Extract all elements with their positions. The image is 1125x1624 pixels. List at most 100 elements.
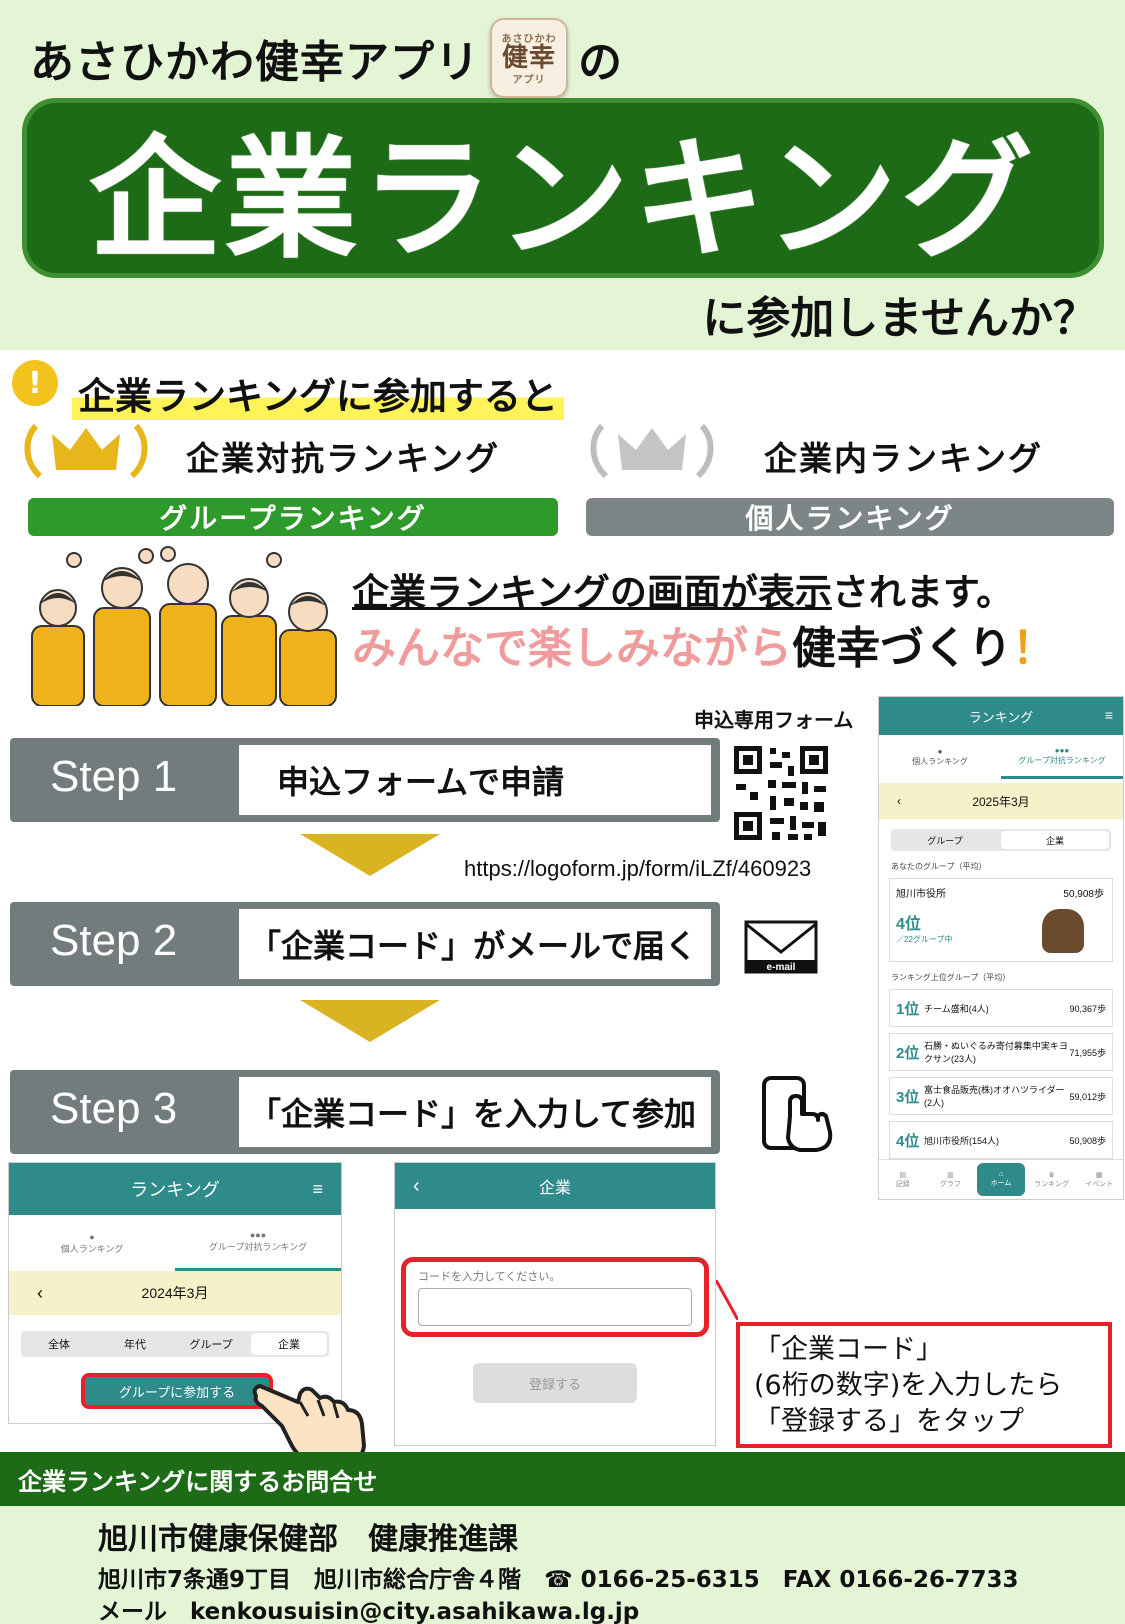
exclamation-icon: !: [12, 360, 58, 406]
segment-all[interactable]: 全体: [21, 1331, 97, 1357]
email-icon: e-mail: [744, 920, 818, 974]
step-text: 「企業コード」がメールで届く: [236, 906, 714, 982]
mock-title: ランキング: [968, 709, 1034, 725]
group-ranking-pill: グループランキング: [28, 498, 558, 536]
step-text: 申込フォームで申請: [236, 742, 714, 818]
screen-shown-rest: されます。: [831, 571, 1014, 614]
page-title: 企業ランキング: [88, 122, 1038, 277]
intro-suffix: の: [578, 37, 623, 88]
month-label: 2025年3月: [972, 794, 1030, 809]
nav-event[interactable]: ▦ イベント: [1075, 1160, 1123, 1199]
nav-ranking[interactable]: ♛ ランキング: [1028, 1160, 1076, 1199]
row-steps: 71,955歩: [1069, 1047, 1106, 1058]
callout-line-2: (6桁の数字)を入力したら: [754, 1370, 1063, 1401]
tab-group[interactable]: ●●● グループ対抗ランキング: [175, 1215, 341, 1271]
prev-month-icon[interactable]: ‹: [37, 1283, 43, 1304]
tab-individual[interactable]: ● 個人ランキング: [9, 1215, 175, 1271]
mascot-icon: [1042, 909, 1084, 953]
nav-label: ランキング: [1034, 1180, 1069, 1188]
contact-block: 旭川市健康保健部 健康推進課 旭川市7条通9丁目 旭川市総合庁舎４階 ☎ 016…: [0, 1506, 1125, 1624]
row-name: 旭川市役所(154人): [924, 1135, 1000, 1146]
group-icon: ●●●: [249, 1230, 267, 1240]
segment-company[interactable]: 企業: [251, 1333, 327, 1355]
nav-label: ホーム: [990, 1180, 1012, 1187]
ranking-row[interactable]: 1位 チーム盛和(4人) 90,367歩: [889, 989, 1113, 1027]
row-name: 富士食品販売(株)オオハツライダー(2人): [924, 1085, 1065, 1108]
step-3: Step 3 「企業コード」を入力して参加: [10, 1070, 720, 1154]
code-entry-shot: ‹ 企業 コードを入力してください。 登録する: [394, 1162, 716, 1446]
row-steps: 90,367歩: [1069, 1003, 1106, 1014]
code-input[interactable]: [418, 1288, 692, 1326]
nav-label: グラフ: [939, 1180, 961, 1188]
row-rank: 3位: [896, 1088, 920, 1106]
screen-shown-underlined: 企業ランキングの画面が表示: [352, 571, 832, 614]
intro-line: あさひかわ健幸アプリ あさひかわ 健幸 アプリ の: [30, 18, 623, 98]
tab-individual[interactable]: ● 個人ランキング: [879, 735, 1001, 779]
tab-label: グループ対抗ランキング: [208, 1242, 308, 1252]
menu-icon[interactable]: ≡: [1105, 707, 1113, 723]
tab-group[interactable]: ●●● グループ対抗ランキング: [1001, 735, 1123, 779]
inter-company-label: 企業対抗ランキング: [186, 439, 501, 478]
intro-text: あさひかわ健幸アプリ: [30, 37, 480, 88]
person-icon: ●: [89, 1231, 95, 1242]
step-number: Step 3: [50, 1084, 178, 1133]
ranking-row[interactable]: 3位 富士食品販売(株)オオハツライダー(2人) 59,012歩: [889, 1077, 1113, 1115]
row-name: 石勝・ぬいぐるみ寄付募集中実キヨクサン(23人): [924, 1041, 1068, 1064]
row-steps: 50,908歩: [1069, 1135, 1106, 1146]
callout-pointer: [714, 1279, 740, 1321]
app-logo-icon: あさひかわ 健幸 アプリ: [490, 18, 568, 98]
menu-icon[interactable]: ≡: [312, 1179, 323, 1200]
ranking-row[interactable]: 4位 旭川市役所(154人) 50,908歩: [889, 1121, 1113, 1159]
calendar-icon: ▦: [1095, 1171, 1103, 1179]
shot-title: 企業: [538, 1180, 571, 1197]
fun-rest-text: 健幸づくり: [792, 623, 1012, 674]
shot-tabs: ● 個人ランキング ●●● グループ対抗ランキング: [9, 1215, 341, 1271]
month-selector: ‹ 2025年3月: [879, 783, 1123, 819]
form-url-link[interactable]: https://logoform.jp/form/iLZf/460923: [464, 856, 811, 882]
segment-control: 全体 年代 グループ 企業: [21, 1331, 329, 1357]
back-icon[interactable]: ‹: [413, 1175, 420, 1198]
down-arrow-icon: [300, 1000, 440, 1042]
fun-pink-text: みんなで楽しみながら: [352, 623, 792, 674]
nav-record[interactable]: ▤ 記録: [879, 1160, 927, 1199]
join-question: に参加しませんか？: [702, 293, 1097, 344]
register-button[interactable]: 登録する: [473, 1363, 637, 1403]
gold-crown-icon: [16, 418, 156, 484]
intra-company-label: 企業内ランキング: [764, 439, 1044, 478]
segment-age[interactable]: 年代: [97, 1331, 173, 1357]
form-label: 申込専用フォーム: [694, 708, 854, 732]
mock-tabs: ● 個人ランキング ●●● グループ対抗ランキング: [879, 735, 1123, 779]
prev-month-icon[interactable]: ‹: [897, 794, 901, 808]
segment-group[interactable]: グループ: [891, 829, 999, 851]
code-placeholder: コードを入力してください。: [418, 1271, 561, 1283]
qr-code-icon[interactable]: [730, 742, 832, 844]
my-group-steps: 50,908歩: [1063, 889, 1104, 900]
row-rank: 4位: [896, 1132, 920, 1150]
row-name: チーム盛和(4人): [924, 1003, 989, 1014]
tab-label: 個人ランキング: [60, 1243, 124, 1254]
group-icon: ●●●: [1054, 745, 1070, 755]
ranking-row[interactable]: 2位 石勝・ぬいぐるみ寄付募集中実キヨクサン(23人) 71,955歩: [889, 1033, 1113, 1071]
join-group-button[interactable]: グループに参加する: [81, 1373, 273, 1409]
silver-crown-icon: [582, 418, 722, 484]
top-groups-label: ランキング上位グループ（平均）: [891, 973, 1011, 982]
contact-heading: 企業ランキングに関するお問合せ: [0, 1452, 1125, 1506]
shot-header: ランキング ≡: [9, 1163, 341, 1215]
crown-icon: ♛: [1048, 1171, 1055, 1179]
step-text: 「企業コード」を入力して参加: [236, 1074, 714, 1150]
home-icon: ⌂: [998, 1171, 1004, 1178]
my-group-label: あなたのグループ（平均）: [891, 862, 987, 871]
segment-company[interactable]: 企業: [1001, 831, 1109, 849]
shot-title: ランキング: [130, 1180, 220, 1200]
person-icon: ●: [937, 747, 943, 756]
contact-email[interactable]: メール kenkousuisin@city.asahikawa.lg.jp: [98, 1592, 639, 1624]
benefit-title: 企業ランキングに参加すると: [72, 366, 564, 420]
nav-home[interactable]: ⌂ ホーム: [977, 1163, 1025, 1196]
nav-graph[interactable]: ▥ グラフ: [927, 1160, 975, 1199]
cheering-people-illustration: [18, 546, 348, 707]
segment-group[interactable]: グループ: [173, 1331, 249, 1357]
record-icon: ▤: [899, 1171, 907, 1179]
callout-line-1: 「企業コード」: [754, 1334, 943, 1365]
nav-label: イベント: [1085, 1180, 1114, 1188]
screen-shown-line: 企業ランキングの画面が表示されます。: [352, 562, 1013, 616]
